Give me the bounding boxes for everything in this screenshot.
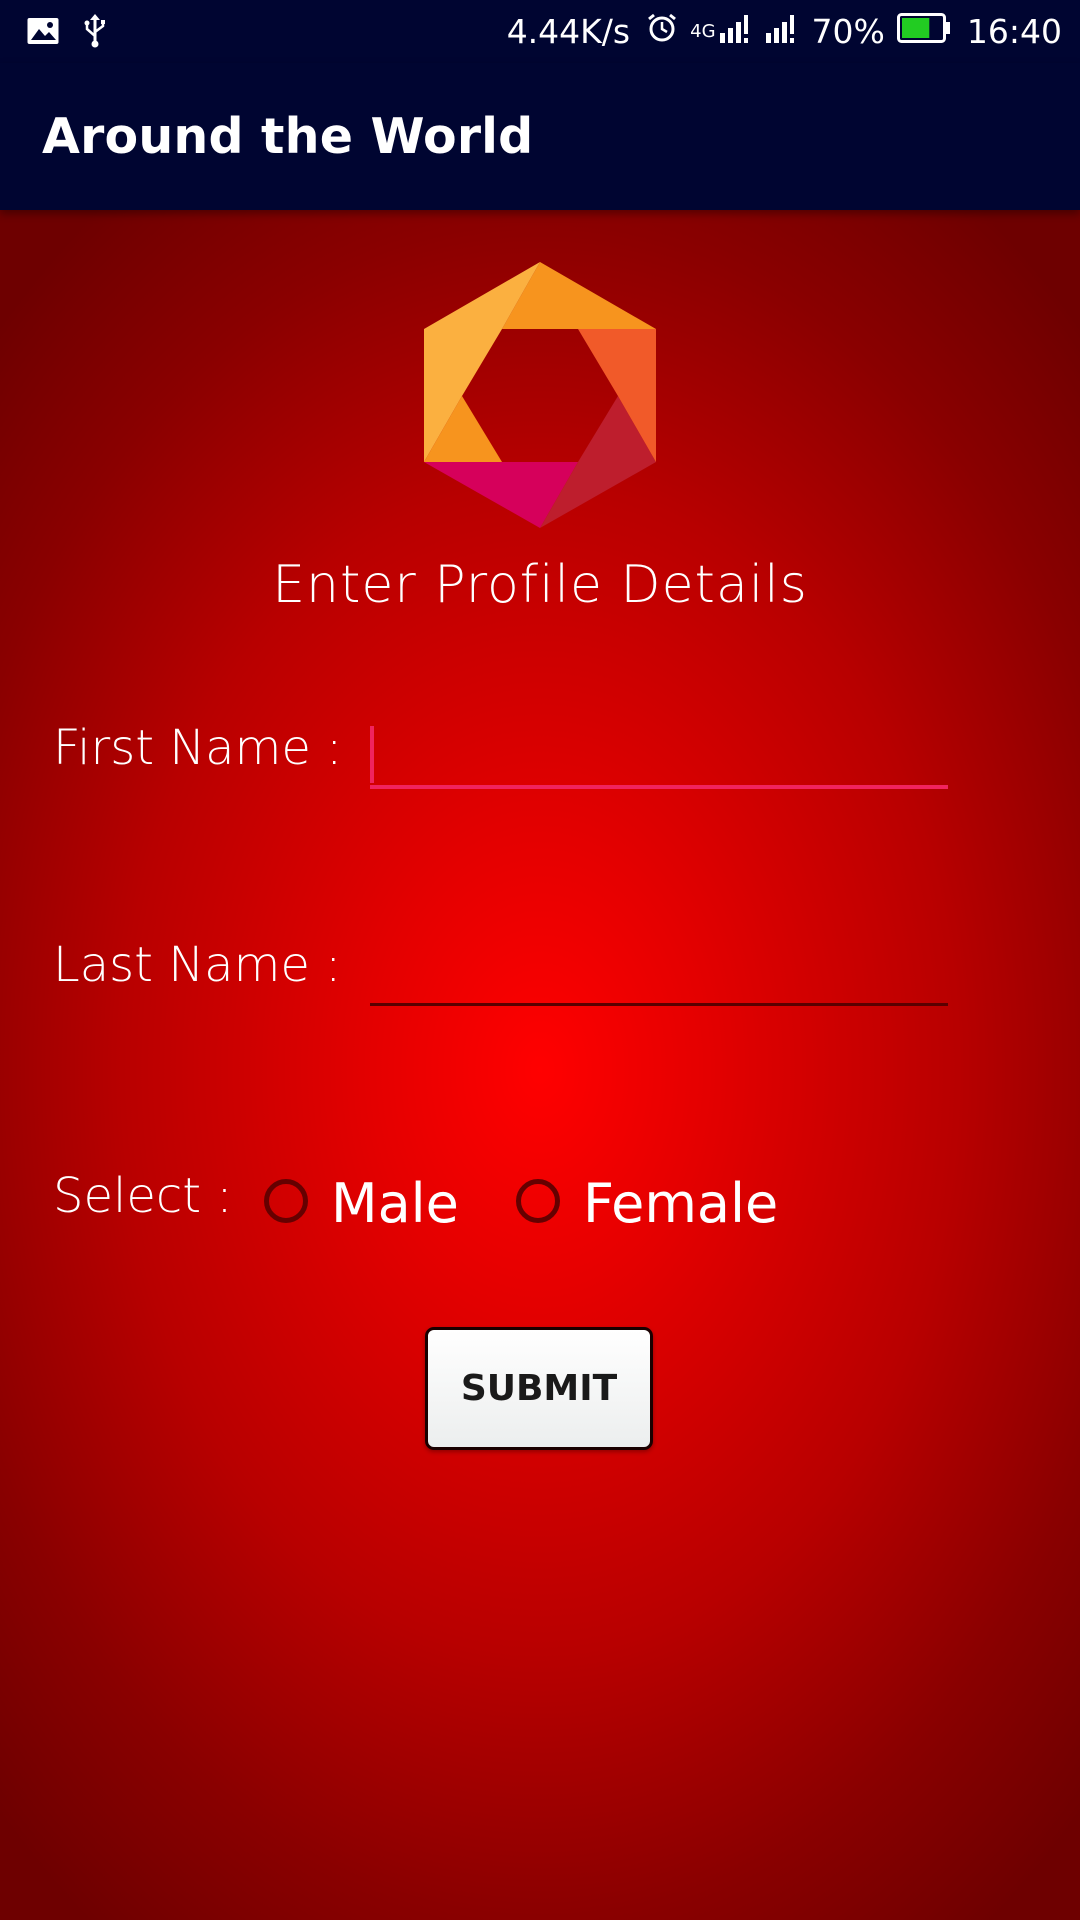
male-radio-button[interactable] xyxy=(264,1179,308,1223)
signal-icon xyxy=(765,12,800,51)
app-bar: Around the World xyxy=(0,63,1080,210)
app-title: Around the World xyxy=(42,108,534,165)
female-option-label[interactable]: Female xyxy=(583,1172,778,1235)
status-left-icons xyxy=(26,14,108,53)
select-gender-label: Select : xyxy=(53,1168,233,1224)
network-speed: 4.44K/s xyxy=(506,12,631,51)
male-option-label[interactable]: Male xyxy=(331,1172,459,1235)
text-cursor xyxy=(370,726,374,783)
image-icon xyxy=(26,16,60,51)
battery-icon xyxy=(896,12,951,51)
screen-title: Enter Profile Details xyxy=(272,555,808,615)
status-right: 4.44K/s 4G 70% 16:40 xyxy=(507,0,1062,63)
usb-icon xyxy=(82,14,108,53)
submit-button[interactable]: SUBMIT xyxy=(425,1327,653,1450)
hexagon-logo-icon xyxy=(424,262,656,528)
signal-icon xyxy=(719,12,754,51)
profile-form-screen: Enter Profile Details First Name : Last … xyxy=(0,210,1080,1920)
alarm-icon xyxy=(646,12,678,52)
network-type: 4G xyxy=(690,21,716,42)
status-bar: 4.44K/s 4G 70% 16:40 xyxy=(0,0,1080,63)
first-name-input[interactable] xyxy=(370,723,948,789)
last-name-input[interactable] xyxy=(370,940,948,1006)
first-name-label: First Name : xyxy=(53,720,343,776)
battery-percent: 70% xyxy=(811,12,885,51)
clock: 16:40 xyxy=(966,12,1062,51)
female-radio-button[interactable] xyxy=(516,1179,560,1223)
last-name-label: Last Name : xyxy=(53,937,342,993)
